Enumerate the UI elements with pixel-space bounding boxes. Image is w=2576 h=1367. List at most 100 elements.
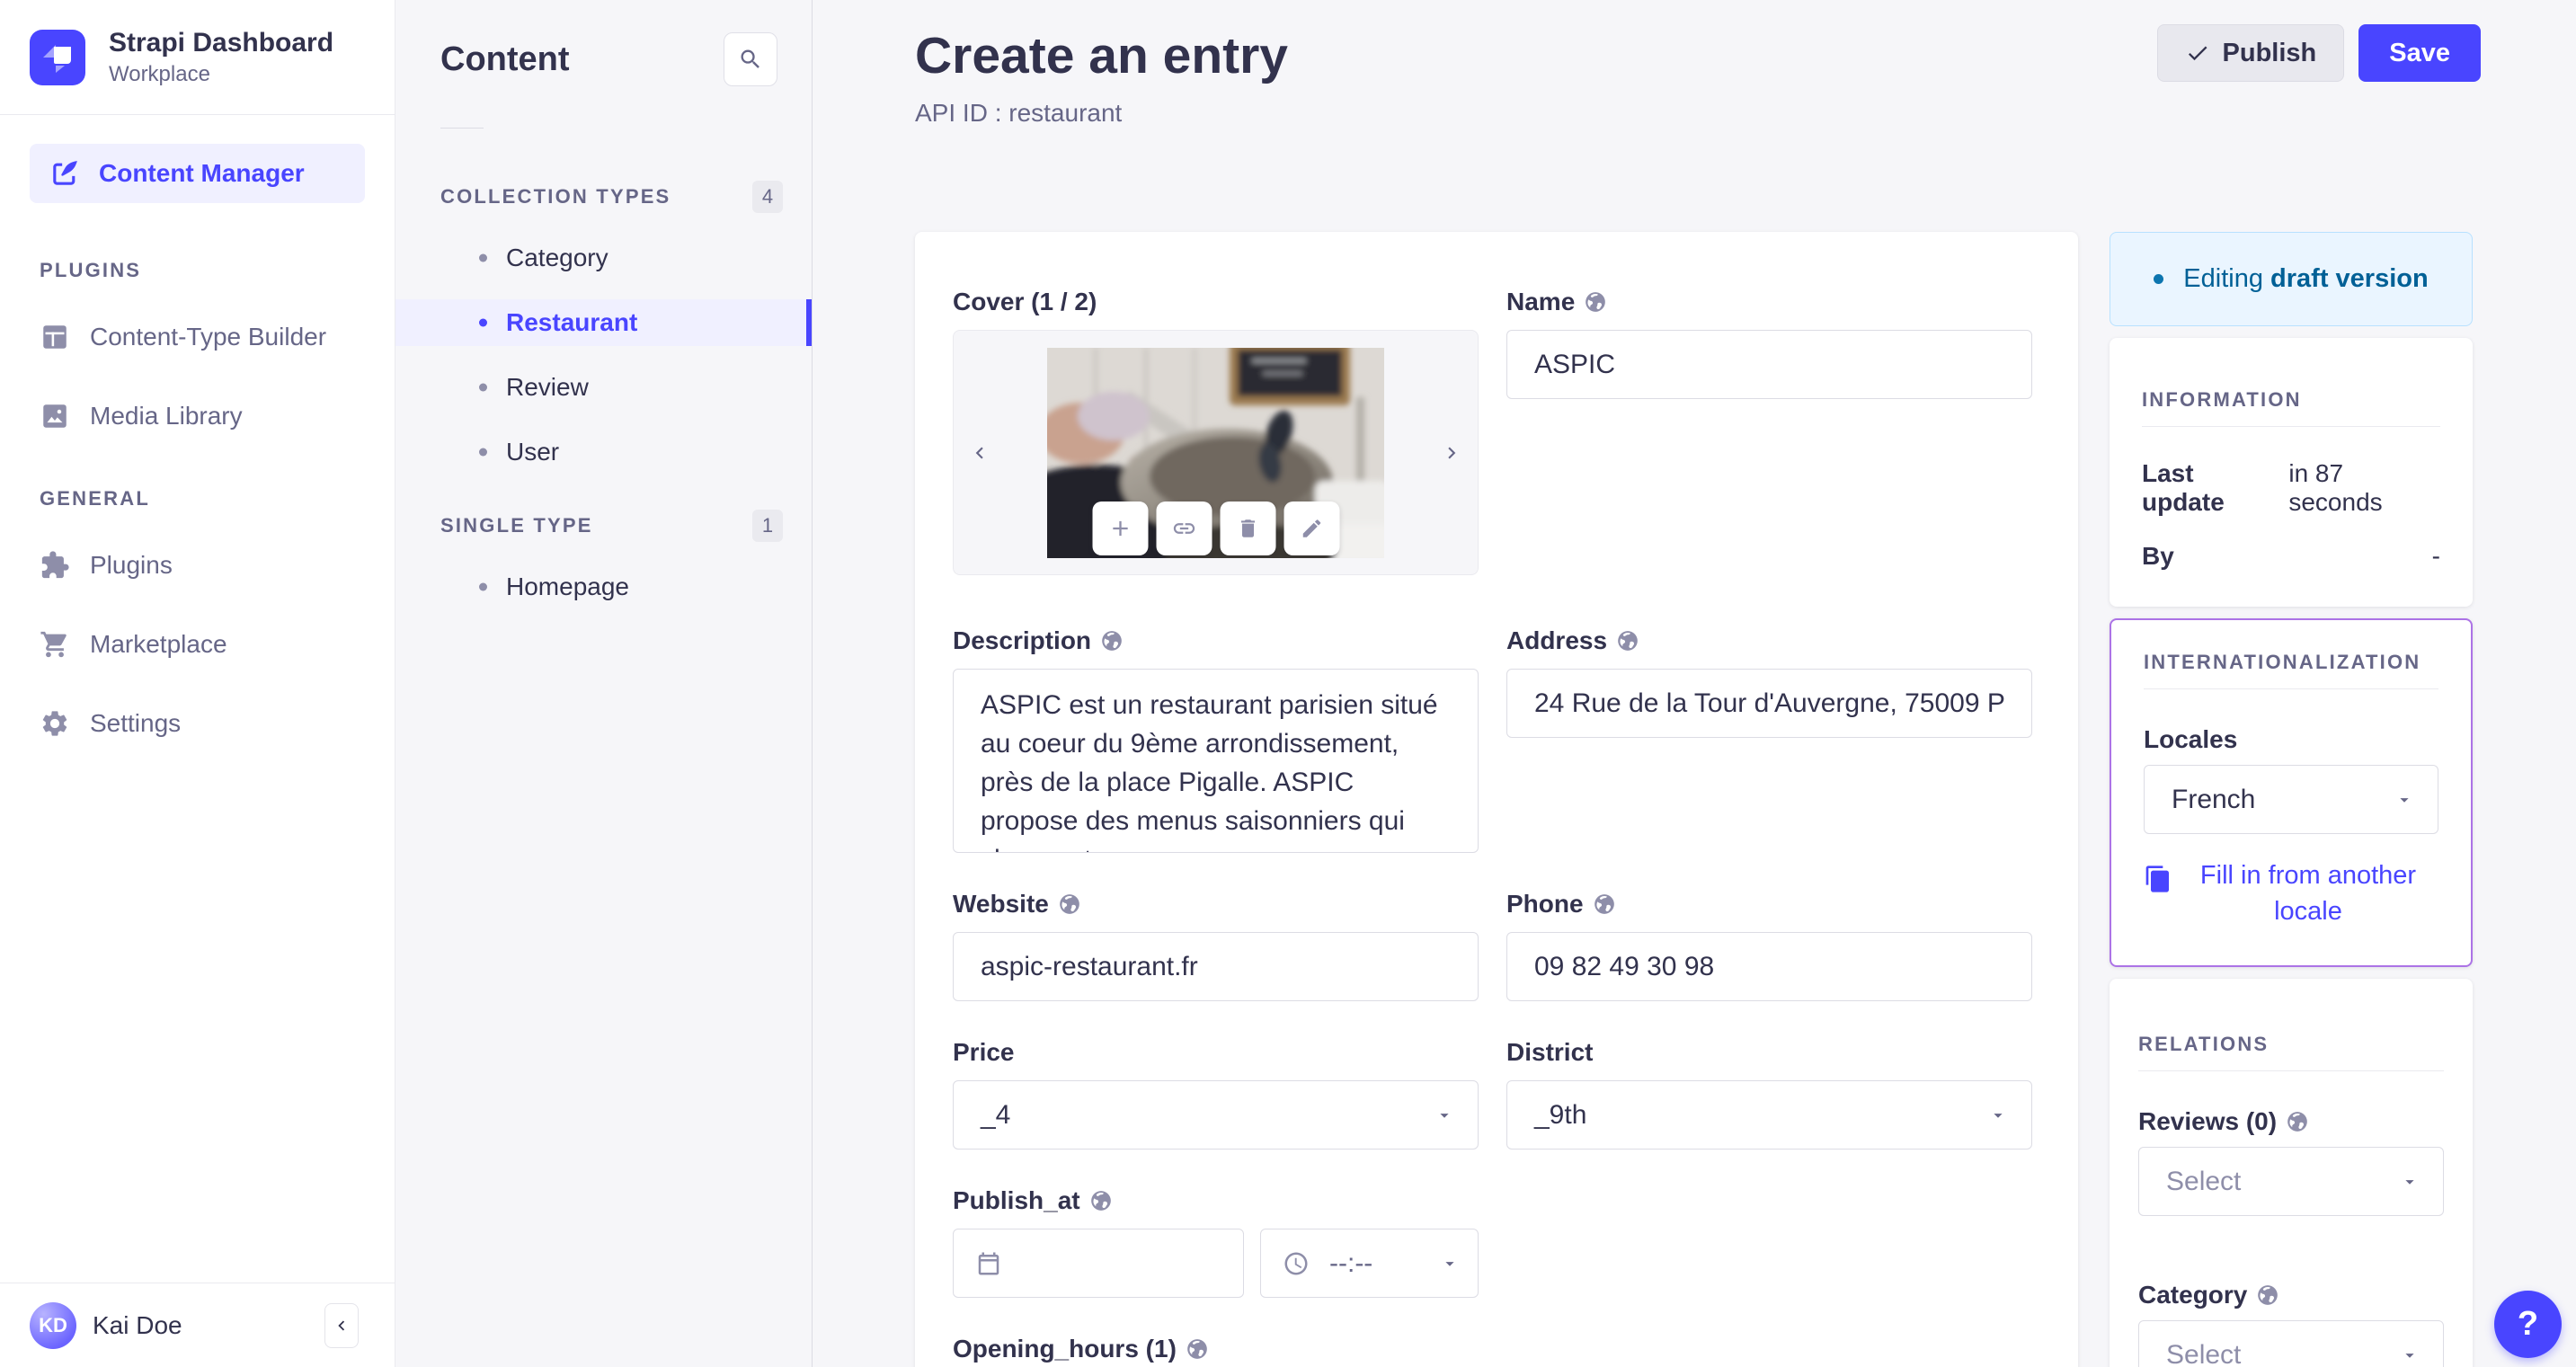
clock-icon (1283, 1250, 1310, 1277)
plus-icon (1107, 516, 1133, 541)
app-window: Strapi Dashboard Workplace Content Manag… (0, 0, 2576, 1367)
internationalization-card: INTERNATIONALIZATION Locales French Fill… (2110, 618, 2473, 967)
publish-at-date-input[interactable] (953, 1229, 1244, 1298)
name-input[interactable] (1506, 330, 2032, 399)
globe-icon (1616, 629, 1639, 652)
cart-icon (40, 629, 70, 660)
cover-carousel (953, 330, 1479, 575)
count-badge: 4 (752, 181, 783, 213)
entry-side-panel: Editing draft version INFORMATION Last u… (2110, 232, 2473, 1367)
nav-item-plugins[interactable]: Plugins (40, 550, 365, 581)
phone-field: Phone (1506, 889, 2032, 1001)
section-label: SINGLE TYPE (440, 514, 593, 537)
nav-item-content-manager[interactable]: Content Manager (30, 144, 365, 203)
publish-at-time-select[interactable]: --:-- (1260, 1229, 1479, 1298)
nav-item-media-library[interactable]: Media Library (40, 401, 365, 431)
puzzle-icon (40, 550, 70, 581)
name-field: Name (1506, 287, 2032, 575)
pencil-icon (1300, 517, 1323, 540)
api-id-subtitle: API ID : restaurant (915, 99, 1123, 127)
nav-item-settings[interactable]: Settings (40, 708, 365, 739)
collapse-sidebar-button[interactable] (324, 1302, 359, 1348)
chevron-down-icon (1440, 1254, 1460, 1274)
address-input[interactable] (1506, 669, 2032, 738)
globe-icon (2256, 1283, 2279, 1307)
globe-icon (1058, 892, 1081, 916)
brand-block: Strapi Dashboard Workplace (0, 0, 395, 115)
brand-title: Strapi Dashboard (109, 27, 334, 58)
copy-link-button[interactable] (1156, 501, 1212, 555)
fill-from-locale-link[interactable]: Fill in from another locale (2144, 857, 2438, 929)
check-icon (2185, 40, 2210, 66)
nav-item-label: Content Manager (99, 159, 305, 187)
name-label: Name (1506, 288, 1576, 315)
by-label: By (2142, 542, 2174, 570)
chevron-down-icon (1435, 1105, 1454, 1125)
description-label: Description (953, 626, 1092, 654)
description-textarea[interactable]: ASPIC est un restaurant parisien situé a… (953, 669, 1479, 853)
internationalization-title: INTERNATIONALIZATION (2144, 651, 2421, 673)
collection-types-section: COLLECTION TYPES 4 Category Restaurant R… (395, 181, 812, 475)
cover-photo (1047, 347, 1384, 558)
website-input[interactable] (953, 932, 1479, 1001)
globe-icon (1100, 629, 1124, 652)
price-select[interactable]: _4 (953, 1080, 1479, 1150)
edit-asset-button[interactable] (1284, 501, 1339, 555)
globe-icon (1593, 892, 1616, 916)
district-select[interactable]: _9th (1506, 1080, 2032, 1150)
entry-form-card: Cover (1 / 2) Name ASPIC Description ASP… (915, 232, 2078, 1367)
reviews-placeholder: Select (2166, 1166, 2242, 1196)
main-sidebar: Strapi Dashboard Workplace Content Manag… (0, 0, 395, 1367)
reviews-select[interactable]: Select (2138, 1147, 2444, 1216)
phone-input[interactable] (1506, 932, 2032, 1001)
content-subnav: Content COLLECTION TYPES 4 Category Rest… (395, 0, 813, 1367)
search-button[interactable] (724, 32, 777, 86)
category-label: Category (2138, 1281, 2248, 1309)
subnav-item-homepage[interactable]: Homepage (395, 564, 812, 610)
subnav-item-review[interactable]: Review (395, 364, 812, 411)
globe-icon (1584, 290, 1607, 314)
website-label: Website (953, 890, 1049, 918)
count-badge: 1 (752, 510, 783, 542)
carousel-next-button[interactable] (1440, 441, 1463, 465)
nav-item-label: Media Library (90, 402, 243, 430)
by-value: - (2431, 542, 2440, 570)
main-nav-list: Content Manager PLUGINS Content-Type Bui… (0, 115, 395, 739)
relations-title: RELATIONS (2138, 1033, 2270, 1055)
nav-item-label: Plugins (90, 551, 173, 579)
phone-label: Phone (1506, 890, 1584, 918)
strapi-logo-icon (30, 29, 85, 85)
locale-value: French (2172, 784, 2256, 814)
add-asset-button[interactable] (1092, 501, 1148, 555)
cover-label: Cover (1 / 2) (953, 288, 1097, 315)
chevron-right-icon (1440, 441, 1463, 465)
carousel-prev-button[interactable] (968, 441, 991, 465)
divider (440, 128, 484, 129)
globe-icon (1089, 1189, 1113, 1212)
nav-item-label: Settings (90, 709, 182, 737)
nav-section-general: GENERAL (40, 487, 150, 510)
nav-item-label: Content-Type Builder (90, 323, 327, 351)
locales-label: Locales (2144, 725, 2238, 753)
subnav-item-category[interactable]: Category (395, 235, 812, 281)
chevron-left-icon (968, 441, 991, 465)
help-button[interactable]: ? (2494, 1291, 2562, 1358)
publish-button[interactable]: Publish (2156, 24, 2345, 82)
nav-section-plugins: PLUGINS (40, 259, 142, 281)
nav-item-marketplace[interactable]: Marketplace (40, 629, 365, 660)
divider (2144, 688, 2438, 689)
chevron-down-icon (2400, 1172, 2420, 1192)
copy-icon (2144, 865, 2172, 893)
subnav-item-restaurant[interactable]: Restaurant (395, 299, 812, 346)
single-type-section: SINGLE TYPE 1 Homepage (395, 510, 812, 610)
district-label: District (1506, 1038, 1594, 1066)
category-select[interactable]: Select (2138, 1320, 2444, 1367)
locales-select[interactable]: French (2144, 765, 2438, 834)
subnav-item-user[interactable]: User (395, 429, 812, 475)
nav-item-content-type-builder[interactable]: Content-Type Builder (40, 322, 365, 352)
globe-icon (2286, 1110, 2309, 1133)
status-dot (2154, 274, 2164, 284)
delete-asset-button[interactable] (1220, 501, 1275, 555)
nav-item-label: Marketplace (90, 630, 227, 658)
save-button[interactable]: Save (2358, 24, 2481, 82)
